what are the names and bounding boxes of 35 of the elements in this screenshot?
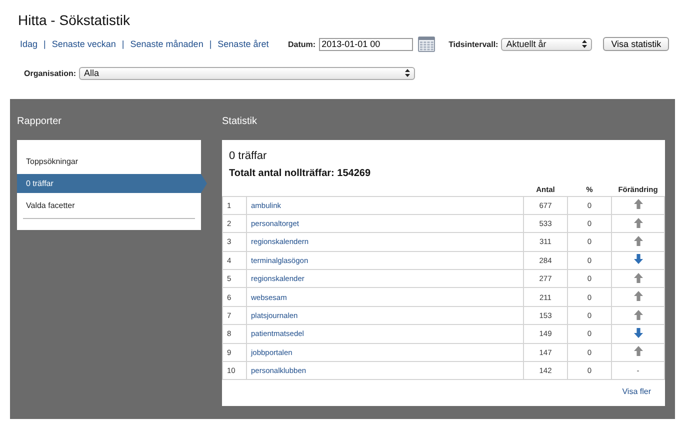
up-arrow-icon <box>634 310 642 320</box>
down-arrow-icon <box>634 328 642 338</box>
date-range-link[interactable]: Senaste månaden <box>130 39 204 49</box>
total-text: Totalt antal nollträffar: 154269 <box>228 168 372 179</box>
date-label: Datum: <box>288 40 316 48</box>
organisation-select[interactable]: Alla <box>79 66 416 80</box>
reports-title: Rapporter <box>17 115 62 129</box>
date-field[interactable]: 2013-01-01 00 <box>318 38 413 50</box>
date-range-link[interactable]: Senaste veckan <box>52 39 116 49</box>
up-arrow-icon <box>634 199 642 210</box>
down-arrow-icon <box>634 254 642 264</box>
selection-pointer-icon <box>201 174 207 193</box>
interval-select[interactable]: Aktuellt år <box>501 38 592 50</box>
calendar-icon[interactable] <box>418 36 435 52</box>
statistics-title: Statistik <box>222 115 258 129</box>
link-separator: | <box>44 39 46 49</box>
page-title: Hitta - Sökstatistik <box>18 12 132 28</box>
stepper-arrows-icon <box>582 40 588 48</box>
report-heading: 0 träffar <box>228 150 268 162</box>
link-separator: | <box>209 39 212 49</box>
up-arrow-icon <box>634 236 642 246</box>
up-arrow-icon <box>634 346 642 356</box>
stepper-arrows-icon <box>405 69 410 77</box>
report-menu-item[interactable]: Valda facetter <box>17 196 201 215</box>
up-arrow-icon <box>634 218 642 228</box>
link-separator: | <box>122 39 124 49</box>
interval-label: Tidsintervall: <box>448 40 498 48</box>
show-more-link[interactable]: Visa fler <box>622 387 651 396</box>
report-menu-item[interactable]: Toppsökningar <box>17 152 201 171</box>
up-arrow-icon <box>634 291 642 302</box>
date-range-link[interactable]: Idag <box>20 39 38 49</box>
up-arrow-icon <box>634 272 642 283</box>
organisation-label: Organisation: <box>24 68 76 78</box>
date-range-link[interactable]: Senaste året <box>218 39 269 49</box>
show-statistics-button[interactable]: Visa statistik <box>603 37 670 51</box>
